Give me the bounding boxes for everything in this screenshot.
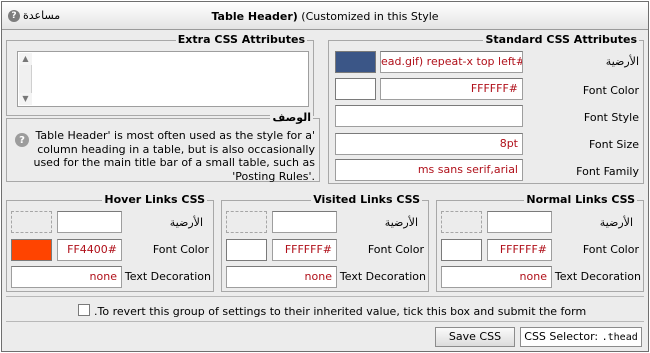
normal-font-color-swatch[interactable] bbox=[441, 239, 482, 261]
css-editor-dialog: ? مساعدة Table Header) (Customized in th… bbox=[1, 1, 649, 352]
visited-background-swatch[interactable] bbox=[226, 211, 267, 233]
dialog-title: Table Header) (Customized in this Style bbox=[2, 10, 648, 23]
normal-background-label: الأرضية bbox=[599, 216, 633, 229]
textarea-scrollbar[interactable]: ▲ ▼ bbox=[19, 53, 32, 105]
visited-background-input[interactable] bbox=[272, 211, 337, 233]
hover-background-swatch[interactable] bbox=[11, 211, 52, 233]
dialog-title-bold: Table Header) bbox=[211, 10, 298, 23]
dialog-title-rest: (Customized in this Style bbox=[297, 10, 439, 23]
hover-font-color-input[interactable]: FF4400# bbox=[57, 239, 122, 261]
background-input[interactable]: ead.gif) repeat-x top left# bbox=[380, 51, 523, 73]
visited-font-color-input[interactable]: FFFFFF# bbox=[272, 239, 337, 261]
normal-background-input[interactable] bbox=[487, 211, 552, 233]
hover-text-decoration-input[interactable]: none bbox=[11, 266, 122, 288]
description-text: Table Header' is most often used as the … bbox=[33, 129, 315, 183]
standard-css-group: Standard CSS Attributes ead.gif) repeat-… bbox=[328, 34, 644, 184]
css-selector-label: CSS Selector: bbox=[524, 330, 599, 343]
normal-background-swatch[interactable] bbox=[441, 211, 482, 233]
footer-divider bbox=[6, 296, 644, 297]
revert-checkbox[interactable] bbox=[78, 304, 90, 316]
font-color-label: Font Color bbox=[582, 84, 639, 97]
standard-css-legend: Standard CSS Attributes bbox=[483, 33, 639, 46]
background-color-swatch[interactable] bbox=[335, 51, 376, 73]
visited-text-decoration-label: Text Decoration bbox=[339, 270, 426, 283]
visited-font-color-label: Font Color bbox=[367, 243, 424, 256]
extra-css-textarea[interactable]: ▲ ▼ bbox=[17, 51, 309, 107]
hover-links-group: Hover Links CSS الأرضية FF4400# Font Col… bbox=[6, 194, 214, 292]
revert-instruction: .To revert this group of settings to the… bbox=[94, 305, 587, 318]
visited-links-group: Visited Links CSS الأرضية FFFFFF# Font C… bbox=[221, 194, 429, 292]
font-style-input[interactable] bbox=[335, 105, 523, 127]
normal-font-color-input[interactable]: FFFFFF# bbox=[487, 239, 552, 261]
extra-css-legend: Extra CSS Attributes bbox=[175, 33, 307, 46]
hover-text-decoration-label: Text Decoration bbox=[124, 270, 211, 283]
hover-font-color-swatch[interactable] bbox=[11, 239, 52, 261]
normal-font-color-label: Font Color bbox=[582, 243, 639, 256]
font-color-input[interactable]: FFFFFF# bbox=[380, 78, 523, 100]
description-group: الوصف ? Table Header' is most often used… bbox=[6, 112, 320, 183]
font-color-swatch[interactable] bbox=[335, 78, 376, 100]
hover-font-color-label: Font Color bbox=[152, 243, 209, 256]
description-legend: الوصف bbox=[270, 111, 313, 124]
font-size-input[interactable]: 8pt bbox=[335, 133, 523, 155]
visited-font-color-swatch[interactable] bbox=[226, 239, 267, 261]
font-family-input[interactable]: ms sans serif,arial bbox=[335, 159, 523, 181]
font-size-label: Font Size bbox=[588, 138, 639, 151]
question-icon: ? bbox=[15, 133, 29, 147]
save-css-button[interactable]: Save CSS bbox=[435, 327, 515, 347]
hover-background-label: الأرضية bbox=[169, 216, 203, 229]
extra-css-group: Extra CSS Attributes ▲ ▼ bbox=[6, 34, 314, 116]
css-selector-value: .thead bbox=[601, 332, 638, 343]
scroll-down-arrow-icon[interactable]: ▼ bbox=[19, 93, 32, 105]
footer-divider-bottom bbox=[6, 321, 644, 322]
visited-links-legend: Visited Links CSS bbox=[311, 193, 422, 206]
dialog-titlebar: ? مساعدة Table Header) (Customized in th… bbox=[2, 2, 648, 30]
scroll-up-arrow-icon[interactable]: ▲ bbox=[19, 53, 32, 65]
hover-background-input[interactable] bbox=[57, 211, 122, 233]
background-label: الأرضية bbox=[605, 55, 639, 68]
visited-background-label: الأرضية bbox=[384, 216, 418, 229]
font-style-label: Font Style bbox=[583, 111, 639, 124]
normal-text-decoration-input[interactable]: none bbox=[441, 266, 552, 288]
normal-links-group: Normal Links CSS الأرضية FFFFFF# Font Co… bbox=[436, 194, 644, 292]
hover-links-legend: Hover Links CSS bbox=[102, 193, 207, 206]
normal-text-decoration-label: Text Decoration bbox=[554, 270, 641, 283]
css-selector-display: CSS Selector: .thead bbox=[520, 327, 642, 347]
visited-text-decoration-input[interactable]: none bbox=[226, 266, 337, 288]
font-family-label: Font Family bbox=[576, 165, 639, 178]
normal-links-legend: Normal Links CSS bbox=[524, 193, 637, 206]
